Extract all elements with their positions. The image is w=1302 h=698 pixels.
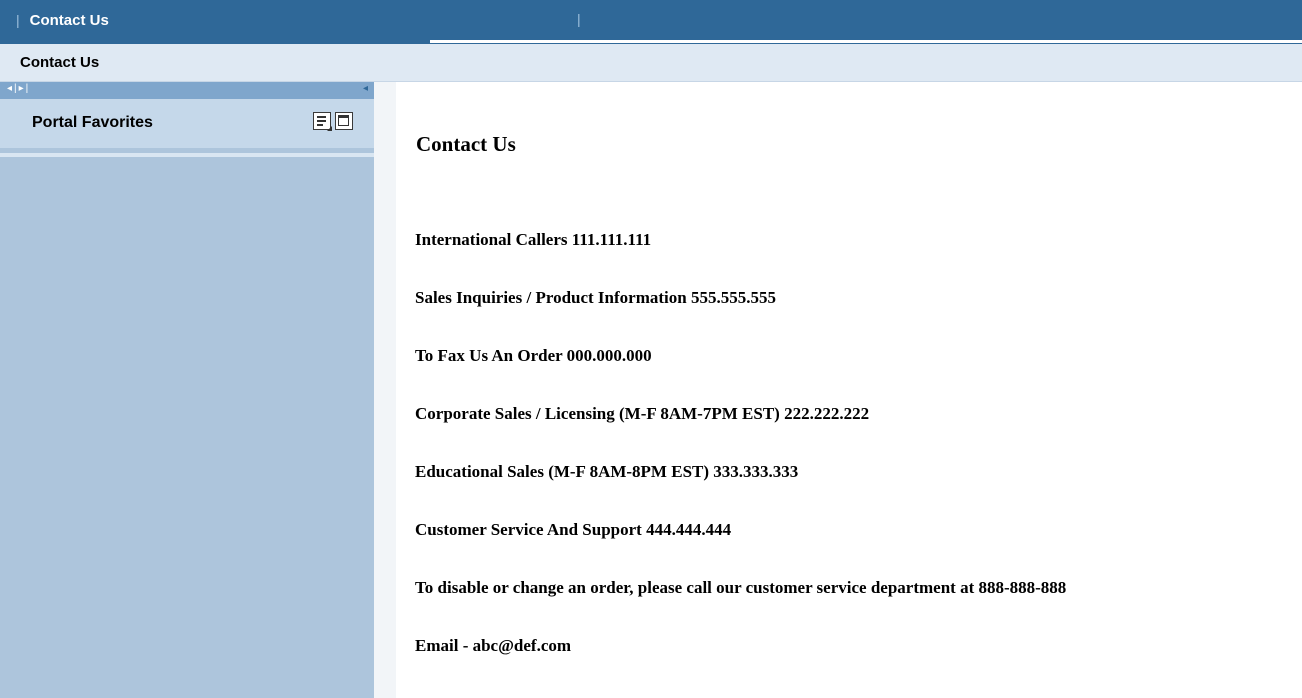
- portal-favorites-label: Portal Favorites: [32, 114, 153, 131]
- tab-underline: [430, 40, 1302, 43]
- contact-line-educational: Educational Sales (M-F 8AM-8PM EST) 333.…: [415, 462, 799, 481]
- tab-separator: |: [16, 12, 20, 28]
- content-heading: Contact Us: [416, 132, 516, 156]
- tab-contact-us[interactable]: | Contact Us: [0, 0, 420, 40]
- content-gutter: [374, 82, 396, 698]
- contact-line-email: Email - abc@def.com: [415, 636, 572, 655]
- portal-favorites-header: Portal Favorites: [0, 99, 374, 148]
- left-panel: ◂|▸| ◂ Portal Favorites: [0, 82, 374, 698]
- contact-line-support: Customer Service And Support 444.444.444: [415, 520, 732, 539]
- main-content: Contact Us International Callers 111.111…: [396, 98, 1302, 698]
- contact-line-international: International Callers 111.111.111: [415, 230, 652, 249]
- panel-collapse-bar[interactable]: ◂|▸| ◂: [0, 82, 374, 99]
- contact-line-order-change: To disable or change an order, please ca…: [415, 578, 1067, 597]
- tab-separator: |: [577, 11, 581, 27]
- window-icon[interactable]: [335, 112, 353, 130]
- contact-line-sales: Sales Inquiries / Product Information 55…: [415, 288, 776, 307]
- page-title: Contact Us: [20, 54, 100, 71]
- page-header: Contact Us: [0, 44, 1302, 82]
- tab-label: Contact Us: [29, 11, 109, 29]
- contact-line-fax: To Fax Us An Order 000.000.000: [415, 346, 652, 365]
- contact-line-corporate: Corporate Sales / Licensing (M-F 8AM-7PM…: [415, 404, 870, 423]
- collapse-panel-icon[interactable]: ◂: [363, 83, 368, 94]
- top-navigation-bar: | Contact Us |: [0, 0, 1302, 44]
- panel-divider: [0, 153, 374, 157]
- expand-collapse-arrows-icon[interactable]: ◂|▸|: [7, 83, 30, 94]
- list-menu-icon[interactable]: [313, 112, 332, 131]
